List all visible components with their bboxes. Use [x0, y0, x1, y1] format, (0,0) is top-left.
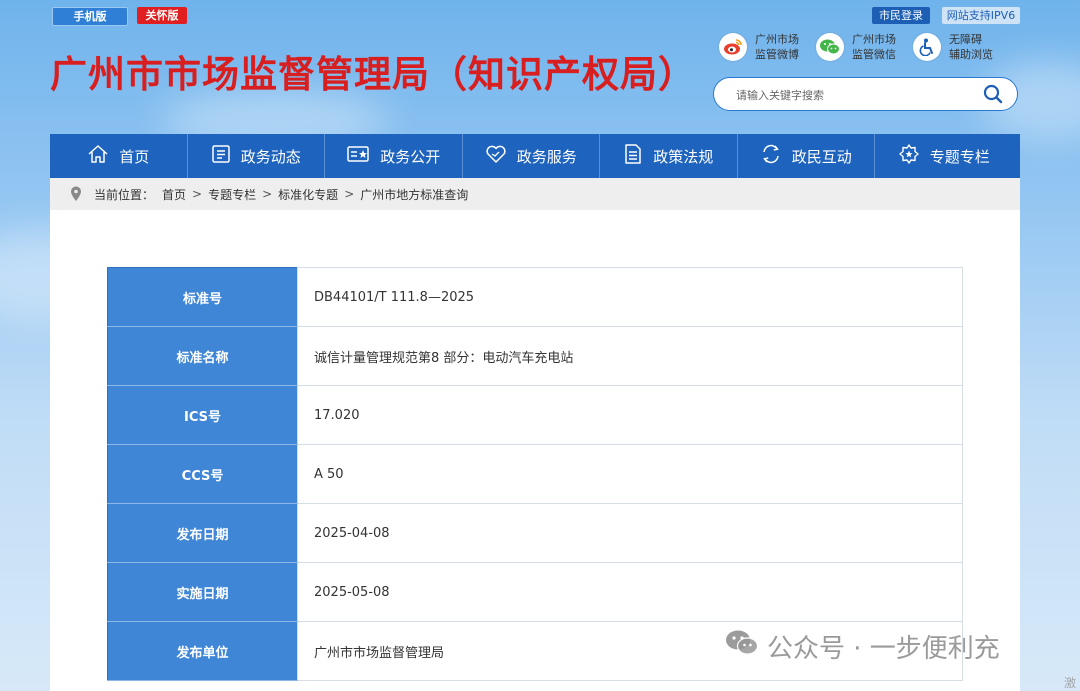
- breadcrumb-item-standard-query[interactable]: 广州市地方标准查询: [360, 186, 468, 203]
- search-icon[interactable]: [983, 84, 1003, 108]
- field-value-ics: 17.020: [297, 385, 963, 445]
- publicity-icon: [346, 144, 370, 168]
- home-icon: [87, 144, 109, 168]
- nav-item-label: 政民互动: [791, 147, 852, 166]
- field-label-ics: ICS号: [107, 385, 298, 445]
- weibo-label-line1: 广州市场: [755, 33, 799, 46]
- watermark: 公众号 · 一步便利充: [725, 628, 1000, 665]
- search-input[interactable]: [734, 85, 968, 105]
- weibo-icon: [719, 33, 747, 61]
- wechat-link[interactable]: 广州市场 监管微信: [816, 32, 896, 62]
- breadcrumb-separator: >: [262, 187, 273, 201]
- standard-info-table: 标准号 DB44101/T 111.8—2025 标准名称 诚信计量管理规范第8…: [107, 267, 963, 681]
- main-content: 标准号 DB44101/T 111.8—2025 标准名称 诚信计量管理规范第8…: [50, 210, 1020, 691]
- corner-watermark-char: 激: [1063, 676, 1076, 690]
- field-label-implementation-date: 实施日期: [107, 562, 298, 622]
- breadcrumb-prefix: 当前位置：: [94, 187, 155, 202]
- breadcrumb-separator: >: [192, 187, 203, 201]
- wechat-label-line1: 广州市场: [852, 33, 896, 46]
- field-value-standard-number: DB44101/T 111.8—2025: [297, 267, 963, 327]
- location-pin-icon: [70, 186, 82, 202]
- field-label-release-date: 发布日期: [107, 503, 298, 563]
- field-label-standard-number: 标准号: [107, 267, 298, 327]
- breadcrumb-item-home[interactable]: 首页: [162, 186, 186, 203]
- table-row: CCS号 A 50: [107, 444, 963, 504]
- service-icon: [485, 144, 507, 168]
- weibo-label-line2: 监管微博: [755, 48, 799, 61]
- accessibility-label-line2: 辅助浏览: [949, 48, 993, 61]
- special-topic-icon: [898, 143, 920, 169]
- nav-item-policy[interactable]: 政策法规: [600, 134, 738, 178]
- breadcrumb-item-standardization[interactable]: 标准化专题: [278, 186, 338, 203]
- field-label-ccs: CCS号: [107, 444, 298, 504]
- main-nav: 首页 政务动态 政务公开 政务服务 政策法规 政民互动 专题专栏: [50, 134, 1020, 178]
- nav-item-special-topic[interactable]: 专题专栏: [875, 134, 1013, 178]
- document-icon: [623, 143, 643, 169]
- care-version-button[interactable]: 关怀版: [137, 7, 187, 24]
- breadcrumb: 当前位置： 首页 > 专题专栏 > 标准化专题 > 广州市地方标准查询: [50, 178, 1020, 210]
- field-value-implementation-date: 2025-05-08: [297, 562, 963, 622]
- interaction-icon: [760, 143, 782, 169]
- field-label-standard-name: 标准名称: [107, 326, 298, 386]
- accessibility-link[interactable]: 无障碍 辅助浏览: [913, 32, 993, 62]
- wechat-icon: [725, 629, 759, 664]
- nav-item-interaction[interactable]: 政民互动: [738, 134, 875, 178]
- nav-item-service[interactable]: 政务服务: [463, 134, 600, 178]
- nav-item-label: 首页: [119, 147, 150, 166]
- ipv6-support-badge[interactable]: 网站支持IPV6: [942, 7, 1020, 24]
- breadcrumb-item-special-topic[interactable]: 专题专栏: [208, 186, 256, 203]
- field-value-ccs: A 50: [297, 444, 963, 504]
- watermark-text: 公众号 · 一步便利充: [767, 634, 1000, 664]
- table-row: 标准名称 诚信计量管理规范第8 部分：电动汽车充电站: [107, 326, 963, 386]
- wechat-label-line2: 监管微信: [852, 48, 896, 61]
- breadcrumb-separator: >: [344, 187, 355, 201]
- nav-item-label: 政务服务: [516, 147, 577, 166]
- nav-item-news[interactable]: 政务动态: [188, 134, 325, 178]
- table-row: 实施日期 2025-05-08: [107, 562, 963, 622]
- nav-item-home[interactable]: 首页: [50, 134, 188, 178]
- mobile-version-button[interactable]: 手机版: [52, 7, 128, 26]
- weibo-link[interactable]: 广州市场 监管微博: [719, 32, 799, 62]
- citizen-login-button[interactable]: 市民登录: [872, 7, 930, 24]
- field-value-release-date: 2025-04-08: [297, 503, 963, 563]
- nav-item-label: 专题专栏: [929, 147, 990, 166]
- news-icon: [211, 144, 231, 168]
- wechat-icon: [816, 33, 844, 61]
- nav-item-label: 政务公开: [380, 147, 441, 166]
- nav-item-publicity[interactable]: 政务公开: [325, 134, 463, 178]
- accessibility-label-line1: 无障碍: [949, 33, 982, 46]
- site-title: 广州市市场监督管理局（知识产权局）: [50, 53, 696, 96]
- nav-item-label: 政务动态: [240, 147, 301, 166]
- table-row: 标准号 DB44101/T 111.8—2025: [107, 267, 963, 327]
- field-label-publisher: 发布单位: [107, 621, 298, 681]
- table-row: ICS号 17.020: [107, 385, 963, 445]
- accessibility-icon: [913, 33, 941, 61]
- search-box: [713, 77, 1018, 111]
- table-row: 发布日期 2025-04-08: [107, 503, 963, 563]
- nav-item-label: 政策法规: [653, 147, 714, 166]
- field-value-standard-name: 诚信计量管理规范第8 部分：电动汽车充电站: [297, 326, 963, 386]
